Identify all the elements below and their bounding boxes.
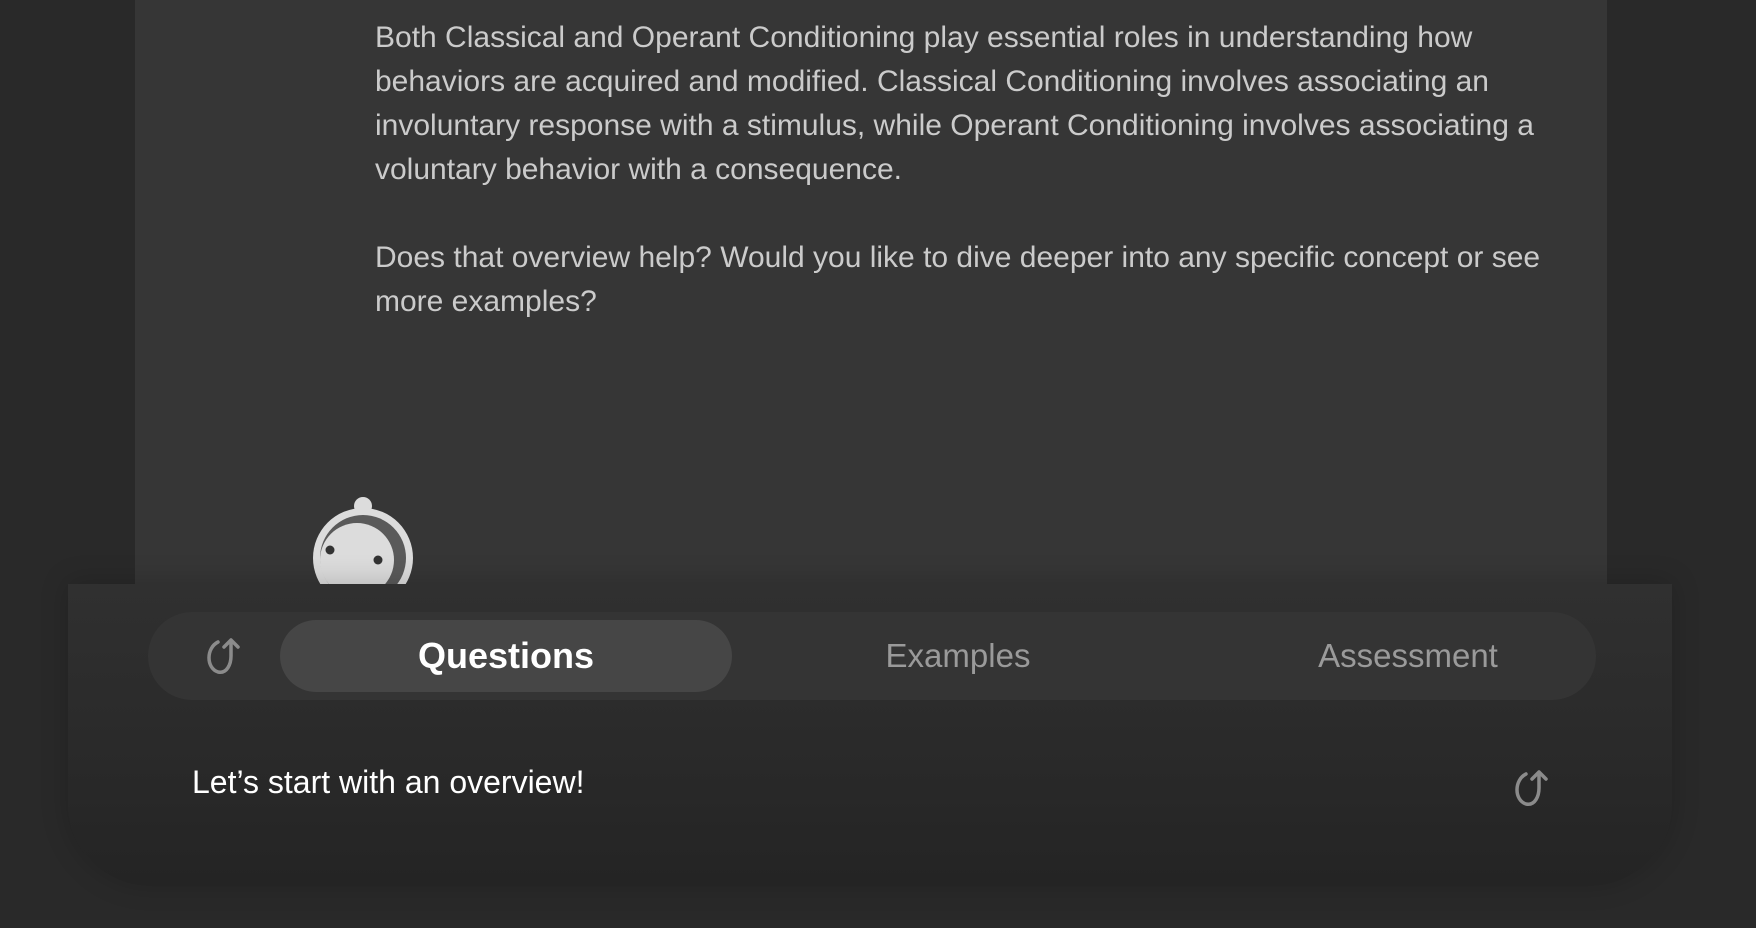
message-paragraph: Both Classical and Operant Conditioning … bbox=[375, 21, 1534, 186]
assistant-message: Both Classical and Operant Conditioning … bbox=[375, 16, 1555, 368]
composer-panel: Questions Examples Assessment Let’s star… bbox=[68, 584, 1672, 886]
reset-button[interactable] bbox=[200, 632, 248, 680]
send-button[interactable] bbox=[1508, 764, 1556, 812]
robot-mascot-icon bbox=[313, 496, 413, 584]
chat-transcript: Both Classical and Operant Conditioning … bbox=[135, 0, 1607, 584]
tab-examples[interactable]: Examples bbox=[732, 620, 1184, 692]
tab-questions[interactable]: Questions bbox=[280, 620, 732, 692]
rotate-arrow-icon bbox=[207, 638, 240, 674]
message-paragraph: Does that overview help? Would you like … bbox=[375, 241, 1541, 318]
message-input[interactable]: Let’s start with an overview! bbox=[192, 762, 584, 802]
mode-tabs: Questions Examples Assessment bbox=[148, 612, 1596, 700]
tab-assessment[interactable]: Assessment bbox=[1182, 620, 1634, 692]
upward-curve-arrow-icon bbox=[1515, 770, 1548, 806]
